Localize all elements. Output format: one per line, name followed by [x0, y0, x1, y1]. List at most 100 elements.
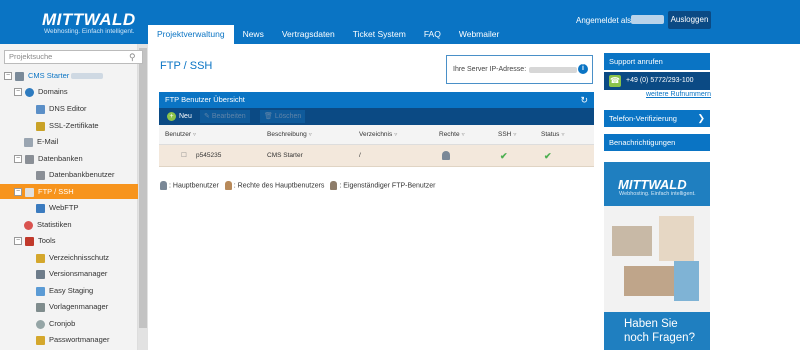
page-title: FTP / SSH — [160, 60, 213, 72]
collapse-toggle-icon[interactable]: − — [14, 237, 22, 246]
sidebar-item-ssl-zertifikate[interactable]: SSL-Zertifikate — [36, 118, 138, 133]
nav-tab-webmailer[interactable]: Webmailer — [450, 25, 508, 44]
search-icon[interactable]: ⚲ — [129, 52, 139, 62]
sort-icon[interactable]: ▿ — [309, 132, 312, 138]
cell-rights — [442, 145, 450, 167]
cell-directory: / — [359, 152, 361, 159]
collapse-toggle-icon[interactable]: − — [4, 72, 12, 81]
column-header-verzeichnis[interactable]: Verzeichnis ▿ — [359, 125, 397, 145]
tools-icon — [25, 236, 34, 246]
key-icon — [36, 253, 45, 263]
mail-icon — [24, 137, 33, 147]
sidebar-item-cronjob[interactable]: Cronjob — [36, 316, 138, 331]
main-user-icon — [160, 181, 167, 190]
column-header-rechte[interactable]: Rechte ▿ — [439, 125, 465, 145]
notifications-button[interactable]: Benachrichtigungen — [604, 134, 710, 151]
logged-in-label: Angemeldet als: — [576, 16, 634, 25]
collapse-toggle-icon[interactable]: − — [14, 88, 22, 97]
sidebar-item-email[interactable]: E-Mail — [24, 134, 138, 149]
project-search-input[interactable]: Projektsuche ⚲ — [4, 50, 143, 64]
main-user-icon — [442, 150, 450, 160]
column-header-ssh[interactable]: SSH ▿ — [498, 125, 516, 145]
sidebar-scrollbar[interactable] — [138, 44, 148, 350]
sidebar-item-statistiken[interactable]: Statistiken — [24, 217, 138, 232]
server-icon — [15, 71, 24, 81]
webftp-icon — [36, 203, 45, 213]
sort-icon[interactable]: ▿ — [561, 132, 564, 138]
sidebar-item-tools[interactable]: − Tools — [14, 233, 138, 248]
sort-icon[interactable]: ▿ — [513, 132, 516, 138]
ftp-users-table: Benutzer ▿ Beschreibung ▿ Verzeichnis ▿ Rec… — [159, 125, 594, 167]
advertisement-banner[interactable]: MITTWALD Webhosting. Einfach intelligent… — [604, 162, 710, 350]
sort-icon[interactable]: ▿ — [193, 132, 196, 138]
column-header-status[interactable]: Status ▿ — [541, 125, 564, 145]
nav-tab-faq[interactable]: FAQ — [415, 25, 450, 44]
ad-logo: MITTWALD — [618, 177, 687, 192]
ad-headline-line-2: noch Fragen? — [624, 332, 695, 344]
ad-photo — [604, 206, 710, 312]
sidebar-item-versionsmanager[interactable]: Versionsmanager — [36, 266, 138, 281]
pie-chart-icon — [24, 220, 33, 230]
cell-description: CMS Starter — [267, 152, 303, 159]
independent-user-icon — [330, 181, 338, 190]
sidebar-item-passwortmanager[interactable]: Passwortmanager — [36, 332, 138, 347]
sidebar-item-datenbanken[interactable]: − Datenbanken — [14, 151, 138, 166]
sidebar-item-webftp[interactable]: WebFTP — [36, 200, 138, 215]
scrollbar-thumb[interactable] — [139, 48, 147, 328]
dns-icon — [36, 104, 45, 114]
delete-user-button[interactable]: 🗑 Löschen — [260, 110, 306, 123]
logout-button[interactable]: Ausloggen — [668, 11, 711, 29]
sidebar-item-domains[interactable]: − Domains — [14, 84, 138, 99]
nav-tab-news[interactable]: News — [234, 25, 273, 44]
column-header-beschreibung[interactable]: Beschreibung ▿ — [267, 125, 312, 145]
sort-icon[interactable]: ▿ — [394, 132, 397, 138]
template-icon — [36, 302, 45, 312]
phone-verification-button[interactable]: Telefon-Verifizierung ❯ — [604, 110, 710, 127]
nav-tab-ticket-system[interactable]: Ticket System — [344, 25, 415, 44]
nav-tab-projektverwaltung[interactable]: Projektverwaltung — [148, 25, 234, 44]
cell-user: p545235 — [196, 152, 222, 159]
collapse-toggle-icon[interactable]: − — [14, 188, 22, 197]
staging-icon — [36, 286, 45, 296]
table-row[interactable]: ☐ p545235 CMS Starter / ✔ ✔ — [159, 145, 594, 167]
ftp-toolbar: + Neu ✎ Bearbeiten 🗑 Löschen — [159, 108, 594, 125]
project-search-placeholder: Projektsuche — [9, 52, 53, 61]
server-ip-box: Ihre Server IP-Adresse: i — [446, 55, 593, 84]
password-icon — [36, 335, 45, 345]
nav-tab-vertragsdaten[interactable]: Vertragsdaten — [273, 25, 344, 44]
ftp-users-panel-header: FTP Benutzer Übersicht ↻ — [159, 92, 594, 108]
project-id-redacted — [71, 73, 104, 80]
database-user-icon — [36, 170, 45, 180]
edit-user-button[interactable]: ✎ Bearbeiten — [200, 110, 250, 123]
ssh-check-icon: ✔ — [500, 151, 508, 161]
column-header-benutzer[interactable]: Benutzer ▿ — [165, 125, 196, 145]
brand-logo[interactable]: MITTWALD — [42, 10, 136, 30]
sidebar-item-dns-editor[interactable]: DNS Editor — [36, 101, 138, 116]
support-call-button[interactable]: Support anrufen — [604, 53, 710, 70]
sidebar-item-datenbankbenutzer[interactable]: Datenbankbenutzer — [36, 167, 138, 182]
database-icon — [25, 154, 34, 164]
server-ip-label: Ihre Server IP-Adresse: — [453, 66, 527, 73]
chevron-right-icon: ❯ — [697, 113, 705, 123]
sidebar-item-verzeichnisschutz[interactable]: Verzeichnisschutz — [36, 250, 138, 265]
row-select-checkbox[interactable]: ☐ — [181, 145, 187, 167]
more-numbers-link[interactable]: weitere Rufnummern — [646, 91, 711, 98]
panel-title: FTP Benutzer Übersicht — [165, 95, 245, 104]
refresh-icon[interactable]: ↻ — [580, 92, 588, 108]
sidebar-item-vorlagenmanager[interactable]: Vorlagenmanager — [36, 299, 138, 314]
collapse-toggle-icon[interactable]: − — [14, 155, 22, 164]
sidebar-item-easy-staging[interactable]: Easy Staging — [36, 283, 138, 298]
globe-icon — [25, 87, 34, 97]
sidebar-item-cms-starter[interactable]: − CMS Starter — [4, 68, 138, 83]
table-header: Benutzer ▿ Beschreibung ▿ Verzeichnis ▿ Rec… — [159, 125, 594, 145]
phone-icon: ☎ — [609, 75, 621, 87]
phone-number: ☎ +49 (0) 5772/293-100 — [604, 72, 710, 90]
legend: : Hauptbenutzer : Rechte des Hauptbenutz… — [160, 181, 436, 190]
info-icon[interactable]: i — [578, 64, 588, 74]
sidebar-item-ftp-ssh[interactable]: − FTP / SSH — [0, 184, 138, 199]
sort-icon[interactable]: ▿ — [462, 132, 465, 138]
versions-icon — [36, 269, 45, 279]
pencil-icon: ✎ — [204, 113, 212, 120]
plus-icon: + — [167, 112, 176, 121]
new-user-button[interactable]: + Neu — [163, 110, 196, 123]
